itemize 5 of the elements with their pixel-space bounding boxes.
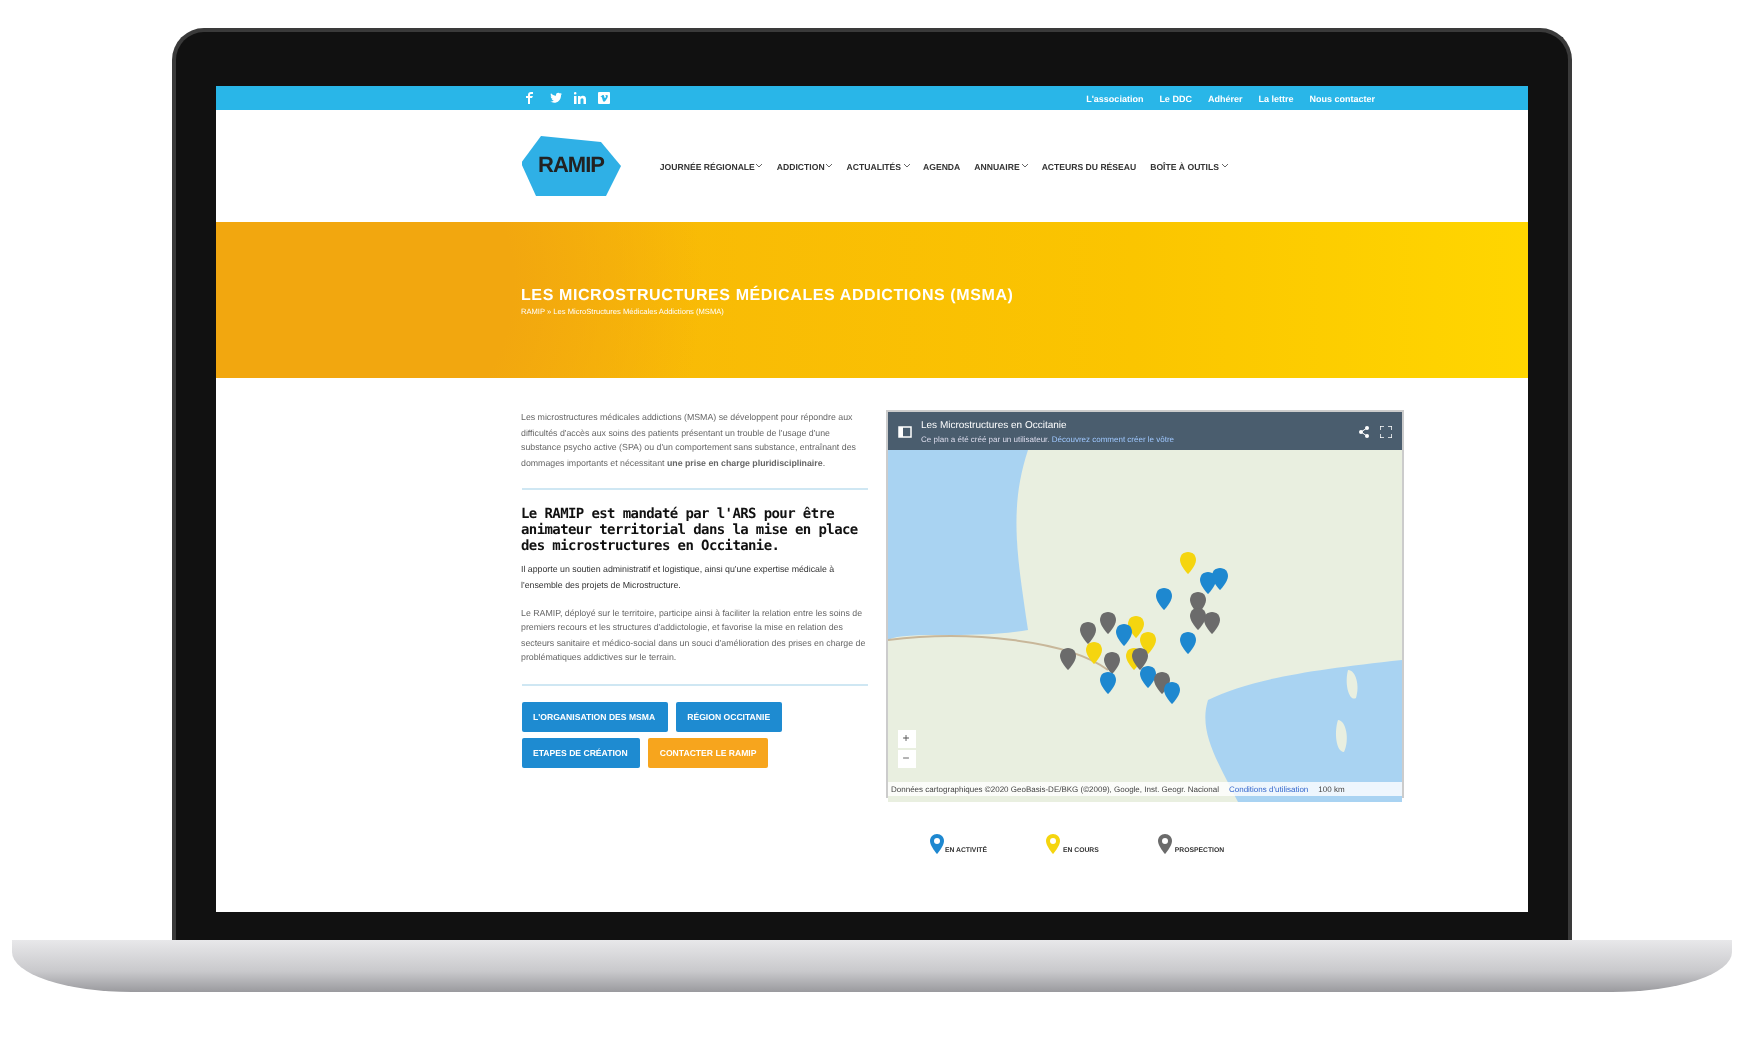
sidebar-icon[interactable] (897, 425, 911, 437)
page-title: LES MICROSTRUCTURES MÉDICALES ADDICTIONS (MSMA) (521, 285, 1016, 303)
share-icon[interactable] (1357, 425, 1369, 437)
logo[interactable]: RAMIP (521, 136, 621, 196)
fullscreen-icon[interactable] (1379, 425, 1391, 437)
